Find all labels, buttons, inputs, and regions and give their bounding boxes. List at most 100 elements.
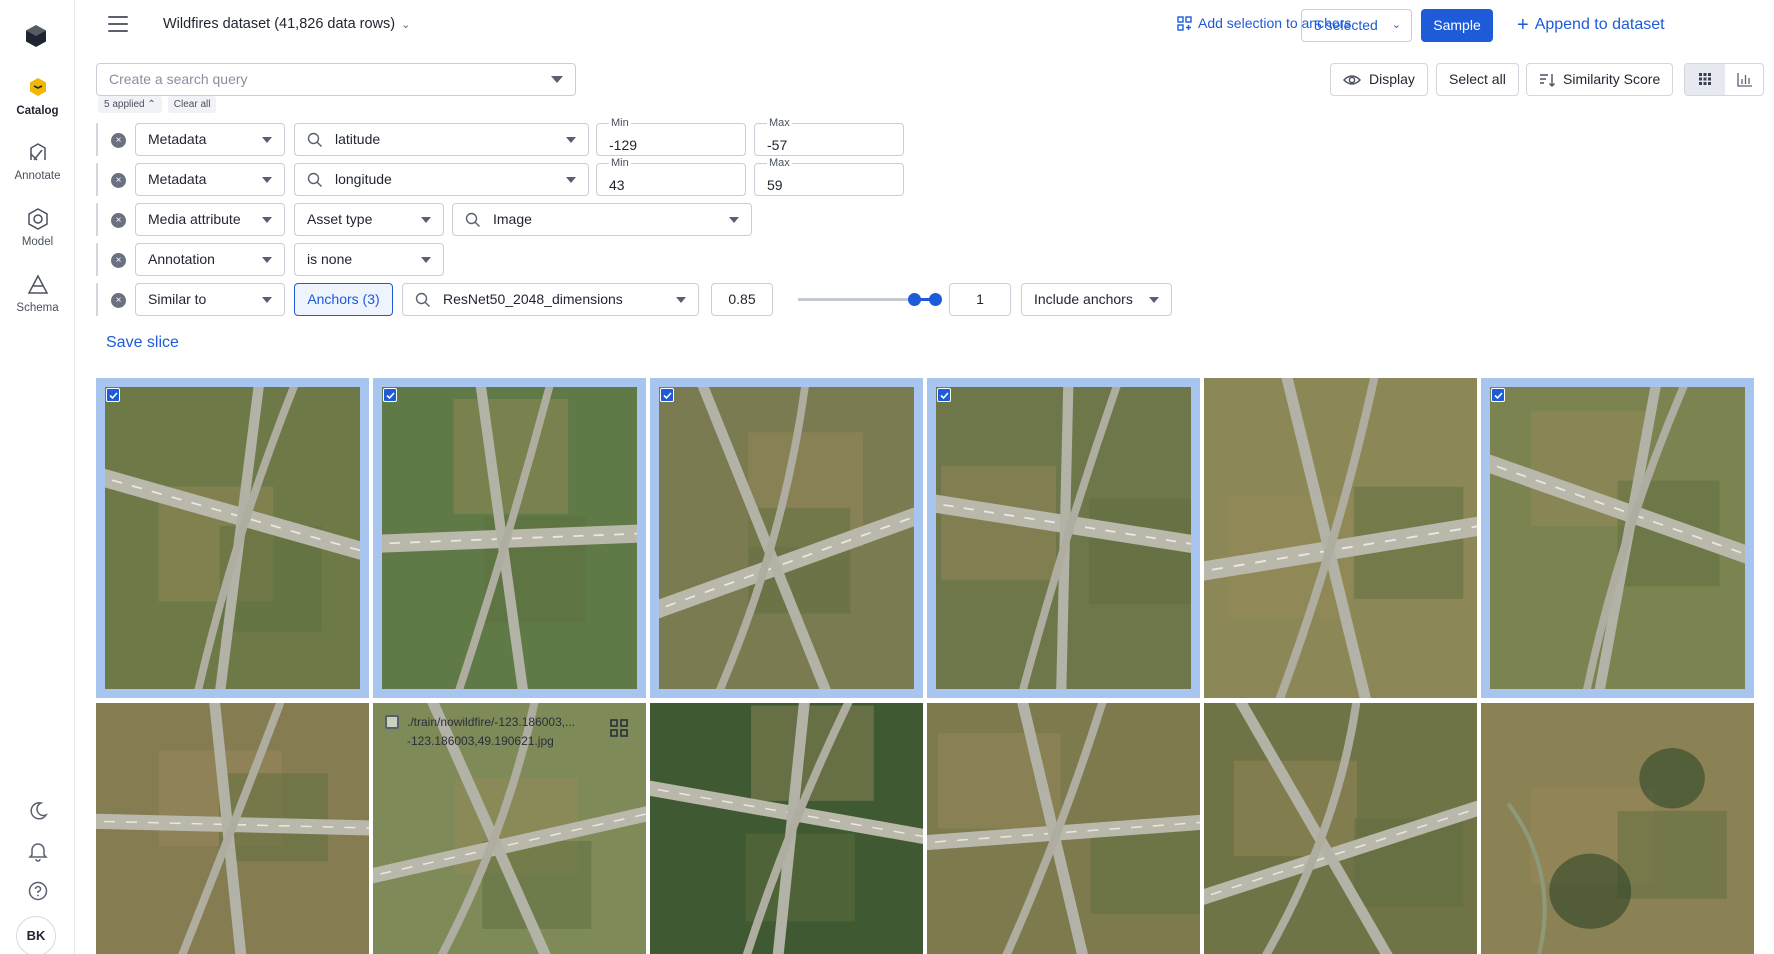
filter-type-select[interactable]: Metadata <box>135 163 285 196</box>
metadata-field-value: latitude <box>335 131 381 147</box>
rail-item-schema[interactable]: Schema <box>0 272 75 314</box>
filter-type-select[interactable]: Media attribute <box>135 203 285 236</box>
similarity-max-input[interactable]: 1 <box>949 283 1011 316</box>
app-logo-icon[interactable] <box>22 22 50 50</box>
image-tile[interactable] <box>96 378 369 698</box>
filter-type-select[interactable]: Metadata <box>135 123 285 156</box>
image-tile[interactable] <box>650 378 923 698</box>
embedding-select[interactable]: ResNet50_2048_dimensions <box>402 283 699 316</box>
include-anchors-select[interactable]: Include anchors <box>1021 283 1172 316</box>
remove-filter-icon[interactable]: × <box>111 253 126 268</box>
remove-filter-icon[interactable]: × <box>111 173 126 188</box>
annotation-condition-select[interactable]: is none <box>294 243 444 276</box>
display-button[interactable]: Display <box>1330 63 1428 96</box>
dataset-selector[interactable]: Wildfires dataset (41,826 data rows) ⌄ <box>163 16 410 32</box>
metadata-field-select[interactable]: longitude <box>294 163 589 196</box>
applied-count-chip[interactable]: 5 applied ⌃ <box>98 96 162 113</box>
grid-view-button[interactable] <box>1685 64 1725 95</box>
search-query-input[interactable]: Create a search query <box>96 63 576 96</box>
avatar[interactable]: BK <box>16 916 56 954</box>
notifications-button[interactable] <box>0 840 75 865</box>
filter-type-value: Metadata <box>148 171 207 187</box>
eye-icon <box>1343 75 1361 85</box>
metadata-field-select[interactable]: latitude <box>294 123 589 156</box>
image-tile[interactable] <box>1481 378 1754 698</box>
aerial-image <box>1490 387 1745 689</box>
search-icon <box>307 132 322 147</box>
clear-all-button[interactable]: Clear all <box>167 96 217 113</box>
image-tile[interactable] <box>1204 703 1477 954</box>
aerial-image <box>96 703 369 954</box>
selected-count: 5 selected <box>1314 17 1378 33</box>
similarity-range-slider[interactable] <box>798 293 942 306</box>
selected-checkbox-icon[interactable] <box>937 388 951 402</box>
image-tile[interactable] <box>1481 703 1754 954</box>
min-value-input[interactable]: Min 43 <box>596 157 746 196</box>
add-to-anchors-icon[interactable] <box>610 719 628 740</box>
rail-item-catalog[interactable]: Catalog <box>0 75 75 117</box>
selected-checkbox-icon[interactable] <box>1491 388 1505 402</box>
filter-row-asset-type: × Media attribute Asset type Image <box>96 203 926 236</box>
dropdown-caret-icon <box>566 177 576 183</box>
help-icon <box>28 881 47 901</box>
similarity-min-input[interactable]: 0.85 <box>711 283 773 316</box>
moon-icon <box>29 802 48 820</box>
dark-mode-button[interactable] <box>0 800 75 825</box>
slider-min-handle[interactable] <box>908 293 922 306</box>
filter-type-select[interactable]: Annotation <box>135 243 285 276</box>
sample-button[interactable]: Sample <box>1421 9 1493 42</box>
min-value: -129 <box>609 137 638 153</box>
plus-icon: + <box>1517 14 1529 36</box>
chart-view-button[interactable] <box>1725 64 1763 95</box>
annotate-icon <box>29 143 46 161</box>
append-to-dataset-button[interactable]: + Append to dataset <box>1517 14 1665 37</box>
selected-checkbox-icon[interactable] <box>383 388 397 402</box>
dropdown-caret-icon <box>551 76 563 83</box>
image-tile[interactable]: ./train/nowildfire/-123.186003,... -123.1… <box>373 703 646 954</box>
selected-count-dropdown[interactable]: 5 selected ⌄ <box>1301 9 1412 42</box>
rail-item-annotate[interactable]: Annotate <box>0 140 75 182</box>
left-rail: Catalog Annotate Model Schema BK <box>0 0 75 954</box>
filter-type-value: Similar to <box>148 291 207 307</box>
asset-type-select[interactable]: Image <box>452 203 752 236</box>
min-label: Min <box>609 157 631 169</box>
remove-filter-icon[interactable]: × <box>111 213 126 228</box>
rail-item-model[interactable]: Model <box>0 206 75 248</box>
aerial-image <box>1204 378 1477 698</box>
max-value-input[interactable]: Max -57 <box>754 117 904 156</box>
anchors-button[interactable]: Anchors (3) <box>294 283 393 316</box>
max-value-input[interactable]: Max 59 <box>754 157 904 196</box>
aerial-image <box>659 387 914 689</box>
image-tile[interactable] <box>650 703 923 954</box>
media-attribute-select[interactable]: Asset type <box>294 203 444 236</box>
dropdown-caret-icon <box>262 297 272 303</box>
image-tile[interactable] <box>373 378 646 698</box>
image-tile[interactable] <box>96 703 369 954</box>
filter-type-value: Media attribute <box>148 211 241 227</box>
image-tile[interactable] <box>927 378 1200 698</box>
append-label: Append to dataset <box>1534 16 1665 33</box>
image-tile[interactable] <box>1204 378 1477 698</box>
selected-checkbox-icon[interactable] <box>106 388 120 402</box>
remove-filter-icon[interactable]: × <box>111 133 126 148</box>
similarity-score-sort-button[interactable]: Similarity Score <box>1526 63 1674 96</box>
aerial-image <box>382 387 637 689</box>
min-value-input[interactable]: Min -129 <box>596 117 746 156</box>
aerial-image <box>936 387 1191 689</box>
menu-button[interactable] <box>108 16 128 32</box>
image-tile[interactable] <box>927 703 1200 954</box>
save-slice-link[interactable]: Save slice <box>106 334 179 352</box>
filter-row-annotation: × Annotation is none <box>96 243 926 276</box>
slider-max-handle[interactable] <box>929 293 942 306</box>
select-all-button[interactable]: Select all <box>1436 63 1519 96</box>
help-button[interactable] <box>0 880 75 905</box>
select-checkbox[interactable] <box>385 715 399 729</box>
asset-type-value: Image <box>493 211 532 227</box>
selected-checkbox-icon[interactable] <box>660 388 674 402</box>
remove-filter-icon[interactable]: × <box>111 293 126 308</box>
max-value: 59 <box>767 177 783 193</box>
filter-type-select[interactable]: Similar to <box>135 283 285 316</box>
bar-chart-icon <box>1737 73 1752 87</box>
file-name-line2: -123.186003,49.190621.jpg <box>407 734 554 748</box>
dropdown-caret-icon <box>262 137 272 143</box>
